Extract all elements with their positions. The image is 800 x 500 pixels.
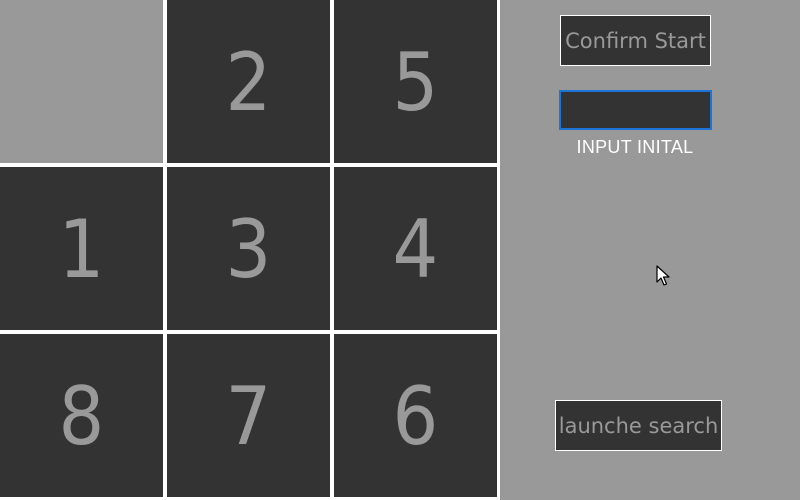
tile-6[interactable]: 6 [334,334,497,497]
input-label: INPUT INITAL [576,137,694,157]
puzzle-board: 2 5 1 3 4 8 7 6 [0,0,500,500]
puzzle-app: 2 5 1 3 4 8 7 6 Confirm Start INPUT INIT… [0,0,800,500]
tile-label: 2 [225,35,272,129]
tile-7[interactable]: 7 [167,334,330,497]
tile-label: 4 [392,202,439,296]
tile-label: 8 [58,369,105,463]
tile-label: 6 [392,369,439,463]
tile-5[interactable]: 5 [334,0,497,163]
tile-empty[interactable] [0,0,163,163]
tile-3[interactable]: 3 [167,167,330,330]
launch-search-button[interactable]: launche search [555,400,722,451]
tile-2[interactable]: 2 [167,0,330,163]
mouse-pointer-icon [656,265,670,286]
tile-label: 7 [225,369,272,463]
control-panel: Confirm Start INPUT INITAL launche searc… [500,0,800,500]
tile-1[interactable]: 1 [0,167,163,330]
tile-label: 1 [58,202,105,296]
tile-label: 3 [225,202,272,296]
tile-label: 5 [392,35,439,129]
initial-state-input[interactable] [559,90,712,130]
tile-8[interactable]: 8 [0,334,163,497]
tile-4[interactable]: 4 [334,167,497,330]
confirm-start-button[interactable]: Confirm Start [560,15,711,66]
